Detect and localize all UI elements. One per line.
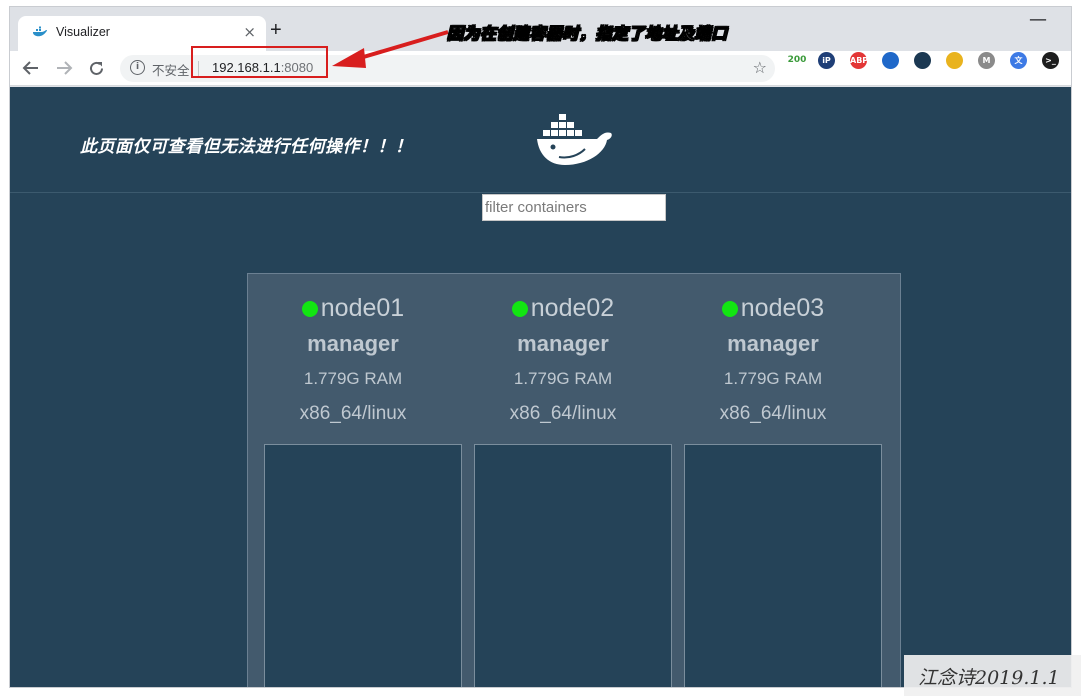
wifi-icon[interactable] xyxy=(914,52,931,69)
minimize-button[interactable]: — xyxy=(1029,9,1047,30)
visualizer-page: 此页面仅可查看但无法进行任何操作！！！ node01 manager 1.779… xyxy=(10,87,1071,687)
node-status-dot xyxy=(721,301,738,317)
node-ram: 1.779G RAM xyxy=(723,369,823,388)
adblock-icon[interactable]: ABP xyxy=(850,52,868,69)
node-name-row: node03 xyxy=(668,292,878,324)
annotation-arrow-icon xyxy=(332,30,449,68)
node-name: node01 xyxy=(320,294,405,322)
watermark: 江念诗2019.1.1 xyxy=(904,655,1081,696)
forward-arrow-icon[interactable] xyxy=(55,60,73,76)
node-card: node03 manager 1.779G RAM x86_64/linux xyxy=(668,274,882,687)
node-containers-area xyxy=(264,444,462,687)
page-note: 此页面仅可查看但无法进行任何操作！！！ xyxy=(80,137,413,157)
node-containers-area xyxy=(684,444,882,687)
node-role: manager xyxy=(517,331,609,356)
browser-toolbar: i 不安全 192.168.1.1:8080 ☆ xyxy=(10,51,1071,86)
ip-icon[interactable]: iP xyxy=(818,52,835,69)
back-arrow-icon[interactable] xyxy=(22,60,40,76)
tab-close-icon[interactable]: × xyxy=(243,23,256,41)
m-icon[interactable]: M xyxy=(978,52,995,69)
node-header: node01 manager 1.779G RAM x86_64/linux xyxy=(248,292,458,426)
security-label[interactable]: 不安全 xyxy=(152,60,190,79)
reload-icon[interactable] xyxy=(88,60,105,77)
terminal-icon[interactable]: >_ xyxy=(1042,52,1059,69)
badge-200[interactable]: 200 xyxy=(786,52,808,69)
node-role: manager xyxy=(307,331,399,356)
nodes-cluster: node01 manager 1.779G RAM x86_64/linux n… xyxy=(247,273,901,687)
node-os: x86_64/linux xyxy=(509,403,617,424)
node-status-dot xyxy=(511,301,528,317)
node-name-row: node02 xyxy=(458,292,668,324)
watermark-text: 江念诗2019.1.1 xyxy=(918,667,1060,689)
node-card: node01 manager 1.779G RAM x86_64/linux xyxy=(248,274,462,687)
node-card: node02 manager 1.779G RAM x86_64/linux xyxy=(458,274,672,687)
node-name-row: node01 xyxy=(248,292,458,324)
node-header: node02 manager 1.779G RAM x86_64/linux xyxy=(458,292,668,426)
node-ram: 1.779G RAM xyxy=(513,369,613,388)
page-header: 此页面仅可查看但无法进行任何操作！！！ xyxy=(10,87,1071,193)
url-highlight-box xyxy=(191,46,328,78)
node-role: manager xyxy=(727,331,819,356)
node-containers-area xyxy=(474,444,672,687)
browser-window: Visualizer × + — i 不安全 192.168.1.1:8080 … xyxy=(9,6,1072,688)
node-os: x86_64/linux xyxy=(299,403,407,424)
translate-icon[interactable]: 文 xyxy=(1010,52,1027,69)
node-ram: 1.779G RAM xyxy=(303,369,403,388)
docker-favicon-icon xyxy=(33,26,47,37)
info-icon[interactable]: i xyxy=(130,60,145,75)
bookmark-star-icon[interactable]: ☆ xyxy=(753,58,767,77)
tab-title: Visualizer xyxy=(56,25,110,39)
chrome-icon[interactable] xyxy=(946,52,963,69)
node-header: node03 manager 1.779G RAM x86_64/linux xyxy=(668,292,878,426)
new-tab-button[interactable]: + xyxy=(270,19,282,42)
docker-logo-icon xyxy=(537,114,612,165)
node-name: node02 xyxy=(530,294,615,322)
node-name: node03 xyxy=(740,294,825,322)
node-status-dot xyxy=(301,301,318,317)
firefox-icon[interactable] xyxy=(882,52,899,69)
filter-containers-input[interactable] xyxy=(482,194,666,221)
annotation-text: 因为在创建容器时，指定了地址及端口 xyxy=(447,24,728,44)
node-os: x86_64/linux xyxy=(719,403,827,424)
